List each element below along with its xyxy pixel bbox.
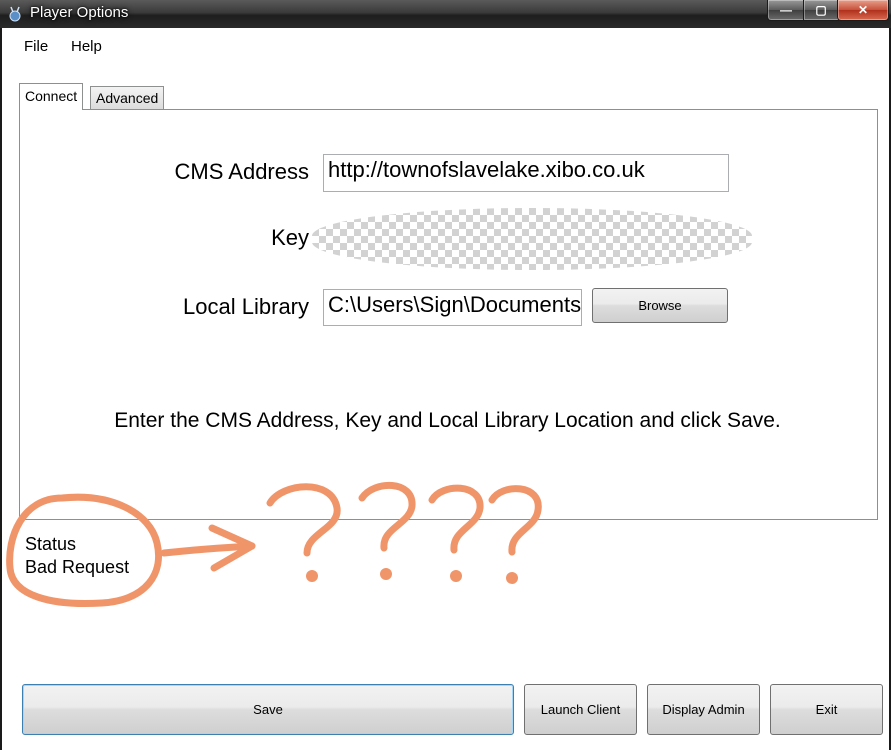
minimize-button[interactable]: — bbox=[767, 0, 805, 21]
key-label: Key bbox=[271, 225, 309, 250]
tab-connect[interactable]: Connect bbox=[19, 83, 84, 110]
close-icon: ✕ bbox=[857, 3, 869, 17]
menu-file[interactable]: File bbox=[24, 38, 48, 55]
maximize-icon: ▢ bbox=[815, 3, 827, 17]
local-library-input[interactable]: C:\Users\Sign\Documents bbox=[323, 289, 582, 326]
status-label: Status bbox=[25, 534, 77, 554]
tab-advanced[interactable]: Advanced bbox=[90, 86, 165, 109]
local-library-label: Local Library bbox=[183, 294, 309, 319]
cms-address-input[interactable]: http://townofslavelake.xibo.co.uk bbox=[323, 154, 729, 192]
annotation-arrow-shaft bbox=[160, 542, 256, 557]
instructions-text: Enter the CMS Address, Key and Local Lib… bbox=[114, 409, 781, 432]
window-title: Player Options bbox=[30, 4, 129, 21]
menu-help[interactable]: Help bbox=[71, 38, 102, 55]
title-bar[interactable]: Player Options — ▢ ✕ bbox=[0, 0, 891, 28]
status-value: Bad Request bbox=[25, 557, 130, 577]
display-admin-button[interactable]: Display Admin bbox=[647, 684, 760, 735]
key-input-redacted[interactable] bbox=[312, 208, 752, 270]
exit-button[interactable]: Exit bbox=[770, 684, 883, 735]
question-dot-2 bbox=[380, 568, 392, 580]
client-area: File Help Connect Advanced CMS Address h… bbox=[2, 28, 889, 750]
cms-address-label: CMS Address bbox=[174, 159, 310, 184]
question-dot-3 bbox=[450, 570, 462, 582]
annotation-arrow-head bbox=[208, 524, 256, 572]
close-button[interactable]: ✕ bbox=[837, 0, 889, 21]
question-dot-1 bbox=[306, 570, 318, 582]
xibo-app-icon bbox=[9, 6, 21, 22]
question-dot-4 bbox=[506, 572, 518, 584]
maximize-button[interactable]: ▢ bbox=[803, 0, 839, 21]
save-button[interactable]: Save bbox=[22, 684, 514, 735]
player-options-window: Player Options — ▢ ✕ File Help Connect A… bbox=[0, 0, 891, 750]
launch-client-button[interactable]: Launch Client bbox=[524, 684, 637, 735]
minimize-icon: — bbox=[780, 3, 792, 17]
browse-button[interactable]: Browse bbox=[592, 288, 728, 323]
menu-bar: File Help bbox=[2, 28, 889, 62]
